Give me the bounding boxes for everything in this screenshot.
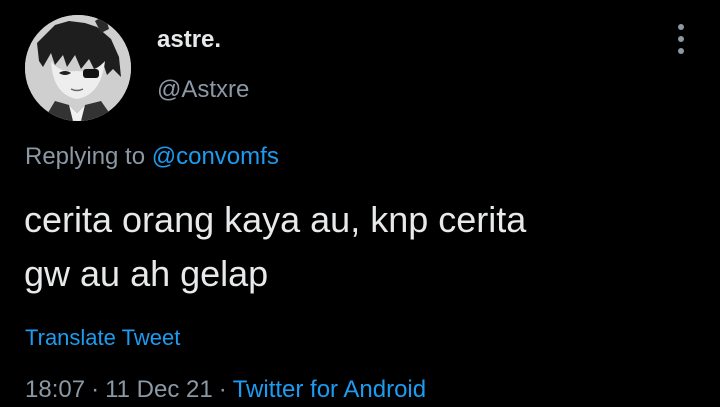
tweet-time: 18:07 xyxy=(25,376,86,403)
replying-to-label: Replying to xyxy=(25,143,146,170)
tweet-text-line: cerita orang kaya au, knp cerita xyxy=(24,199,527,240)
display-name[interactable]: astre. xyxy=(157,26,221,54)
tweet-meta: 18:07 · 11 Dec 21 · Twitter for Android xyxy=(25,374,426,406)
tweet-text: cerita orang kaya au, knp cerita gw au a… xyxy=(24,193,684,301)
replying-to: Replying to @convomfs xyxy=(25,142,279,172)
anime-avatar-icon xyxy=(25,15,131,121)
translate-tweet-link[interactable]: Translate Tweet xyxy=(25,324,180,352)
meta-separator: · xyxy=(218,376,227,403)
vertical-ellipsis-icon[interactable] xyxy=(672,24,692,54)
tweet-date: 11 Dec 21 xyxy=(105,376,213,403)
meta-separator: · xyxy=(91,376,100,403)
reply-mention-link[interactable]: @convomfs xyxy=(152,143,279,170)
tweet-text-line: gw au ah gelap xyxy=(24,253,269,294)
tweet-source-link[interactable]: Twitter for Android xyxy=(233,376,426,403)
avatar[interactable] xyxy=(25,15,131,121)
user-handle[interactable]: @Astxre xyxy=(157,76,249,104)
